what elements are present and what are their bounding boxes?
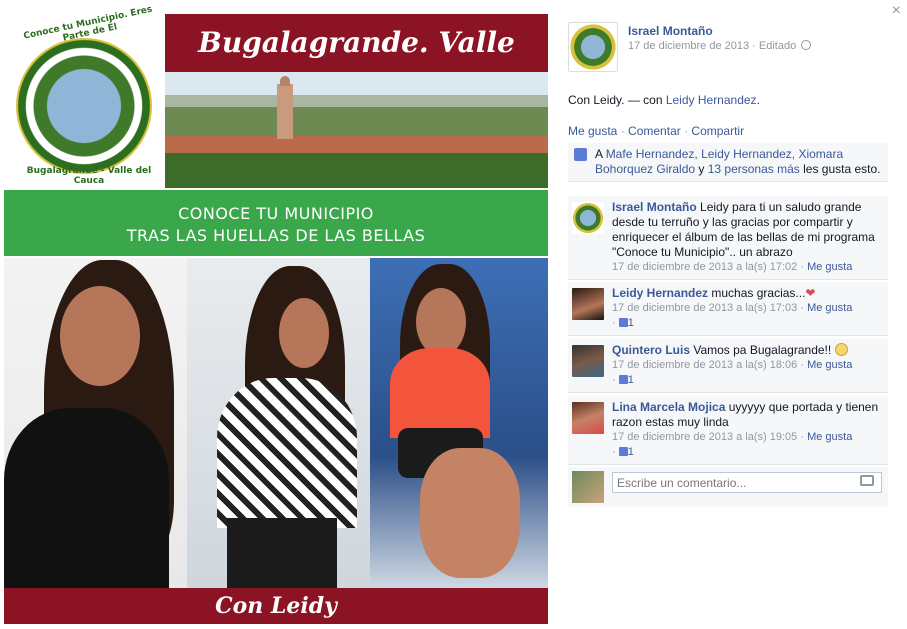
like-thumb-icon bbox=[618, 447, 628, 456]
like-thumb-icon bbox=[574, 148, 587, 161]
like-count[interactable]: 1 bbox=[628, 317, 634, 329]
caption-end: . bbox=[756, 93, 760, 107]
close-icon[interactable]: × bbox=[892, 2, 901, 20]
meta-separator: · bbox=[612, 446, 616, 458]
current-user-avatar bbox=[572, 471, 604, 503]
meta-separator: · bbox=[800, 359, 805, 371]
comment-meta: 17 de diciembre de 2013 a la(s) 19:05 · … bbox=[612, 430, 882, 445]
comment-button[interactable]: Comentar bbox=[628, 124, 681, 138]
action-separator: · bbox=[620, 124, 625, 138]
post-caption: Con Leidy. — con Leidy Hernandez. bbox=[568, 93, 760, 107]
headline-line-2: TRAS LAS HUELLAS DE LAS BELLAS bbox=[126, 226, 426, 245]
portrait-jacket bbox=[217, 378, 357, 528]
logo-emblem bbox=[16, 38, 152, 174]
comment-like-button[interactable]: Me gusta bbox=[807, 261, 852, 273]
commenter-name[interactable]: Quintero Luis bbox=[612, 343, 690, 357]
like-thumb-icon bbox=[618, 318, 628, 327]
meta-separator: · bbox=[800, 261, 805, 273]
comment-text: Vamos pa Bugalagrande!! bbox=[693, 343, 832, 357]
likes-suffix: les gusta esto. bbox=[799, 162, 881, 176]
edited-label[interactable]: Editado bbox=[759, 40, 796, 52]
banner-title: Bugalagrande. Valle bbox=[165, 14, 548, 72]
globe-icon[interactable] bbox=[801, 40, 812, 50]
comment-meta: 17 de diciembre de 2013 a la(s) 17:03 · … bbox=[612, 301, 882, 316]
camera-icon[interactable] bbox=[860, 475, 874, 486]
comment-item: Quintero Luis Vamos pa Bugalagrande!! 17… bbox=[568, 339, 888, 393]
comment-meta: 17 de diciembre de 2013 a la(s) 18:06 · … bbox=[612, 358, 882, 373]
commenter-avatar[interactable] bbox=[572, 402, 604, 434]
meta-separator: · bbox=[800, 431, 805, 443]
likes-and: y bbox=[695, 162, 708, 176]
commenter-avatar[interactable] bbox=[572, 288, 604, 320]
share-button[interactable]: Compartir bbox=[691, 124, 744, 138]
church-tower bbox=[277, 76, 293, 139]
post-actions: Me gusta · Comentar · Compartir bbox=[568, 124, 744, 138]
commenter-avatar[interactable] bbox=[572, 345, 604, 377]
owner-avatar[interactable] bbox=[568, 22, 618, 72]
meta-separator: · bbox=[752, 40, 756, 52]
commenter-avatar[interactable] bbox=[572, 202, 604, 234]
portrait-face bbox=[279, 298, 329, 368]
comment-like-button[interactable]: Me gusta bbox=[807, 359, 852, 371]
comment-item: Leidy Hernandez muchas gracias...❤ 17 de… bbox=[568, 282, 888, 336]
headline-line-1: CONOCE TU MUNICIPIO bbox=[178, 204, 374, 223]
action-separator: · bbox=[684, 124, 689, 138]
headline-band: CONOCE TU MUNICIPIO TRAS LAS HUELLAS DE … bbox=[4, 190, 548, 256]
post-date[interactable]: 17 de diciembre de 2013 bbox=[628, 40, 749, 52]
commenter-name[interactable]: Leidy Hernandez bbox=[612, 286, 708, 300]
comment-input[interactable] bbox=[612, 472, 882, 493]
more-likers-link[interactable]: 13 personas más bbox=[708, 162, 800, 176]
portrait-dress bbox=[4, 408, 169, 588]
comment-like-count[interactable]: · 1 bbox=[612, 316, 882, 331]
photo-viewer[interactable]: Conoce tu Municipio. Eres Parte de Él Bu… bbox=[0, 0, 551, 629]
commenter-name[interactable]: Israel Montaño bbox=[612, 200, 697, 214]
owner-name[interactable]: Israel Montaño bbox=[628, 24, 713, 38]
comment-time[interactable]: 17 de diciembre de 2013 a la(s) 18:06 bbox=[612, 359, 797, 371]
comment-time[interactable]: 17 de diciembre de 2013 a la(s) 17:03 bbox=[612, 302, 797, 314]
comment-time[interactable]: 17 de diciembre de 2013 a la(s) 19:05 bbox=[612, 431, 797, 443]
comment-item: Israel Montaño Leidy para ti un saludo g… bbox=[568, 196, 888, 280]
photo-footer: Con Leidy bbox=[4, 588, 548, 624]
meta-separator: · bbox=[612, 374, 616, 386]
comment-composer bbox=[568, 467, 888, 507]
portrait-blouse bbox=[390, 348, 490, 438]
meta-separator: · bbox=[800, 302, 805, 314]
heart-icon: ❤ bbox=[805, 286, 816, 300]
comment-like-count[interactable]: · 1 bbox=[612, 445, 882, 460]
portrait-legs bbox=[420, 448, 520, 578]
like-count[interactable]: 1 bbox=[628, 446, 634, 458]
comment-like-button[interactable]: Me gusta bbox=[807, 431, 852, 443]
portrait-3 bbox=[370, 258, 548, 588]
like-button[interactable]: Me gusta bbox=[568, 124, 617, 138]
comment-like-button[interactable]: Me gusta bbox=[807, 302, 852, 314]
town-landscape-image bbox=[165, 72, 548, 188]
portrait-1 bbox=[4, 258, 187, 588]
portrait-pants bbox=[227, 518, 337, 588]
meta-separator: · bbox=[612, 317, 616, 329]
portrait-2 bbox=[187, 258, 370, 588]
smiley-icon bbox=[834, 343, 848, 356]
tagged-user-link[interactable]: Leidy Hernandez bbox=[666, 93, 757, 107]
like-count[interactable]: 1 bbox=[628, 374, 634, 386]
like-thumb-icon bbox=[618, 375, 628, 384]
portrait-face bbox=[60, 286, 140, 386]
post-meta: 17 de diciembre de 2013 · Editado bbox=[628, 40, 812, 52]
caption-text: Con Leidy. — con bbox=[568, 93, 666, 107]
logo-bottom-text: Bugalagrande - Valle del Cauca bbox=[26, 166, 152, 186]
likes-prefix: A bbox=[595, 147, 606, 161]
comment-item: Lina Marcela Mojica uyyyyy que portada y… bbox=[568, 396, 888, 465]
post-side-panel: × Israel Montaño 17 de diciembre de 2013… bbox=[551, 0, 907, 629]
comment-like-count[interactable]: · 1 bbox=[612, 373, 882, 388]
comment-meta: 17 de diciembre de 2013 a la(s) 17:02 · … bbox=[612, 260, 882, 275]
comment-text: muchas gracias... bbox=[711, 286, 806, 300]
municipio-logo: Conoce tu Municipio. Eres Parte de Él Bu… bbox=[4, 5, 162, 192]
commenter-name[interactable]: Lina Marcela Mojica bbox=[612, 400, 725, 414]
portrait-face bbox=[416, 288, 466, 356]
comment-time[interactable]: 17 de diciembre de 2013 a la(s) 17:02 bbox=[612, 261, 797, 273]
likes-summary: A Mafe Hernandez, Leidy Hernandez, Xioma… bbox=[568, 143, 888, 182]
